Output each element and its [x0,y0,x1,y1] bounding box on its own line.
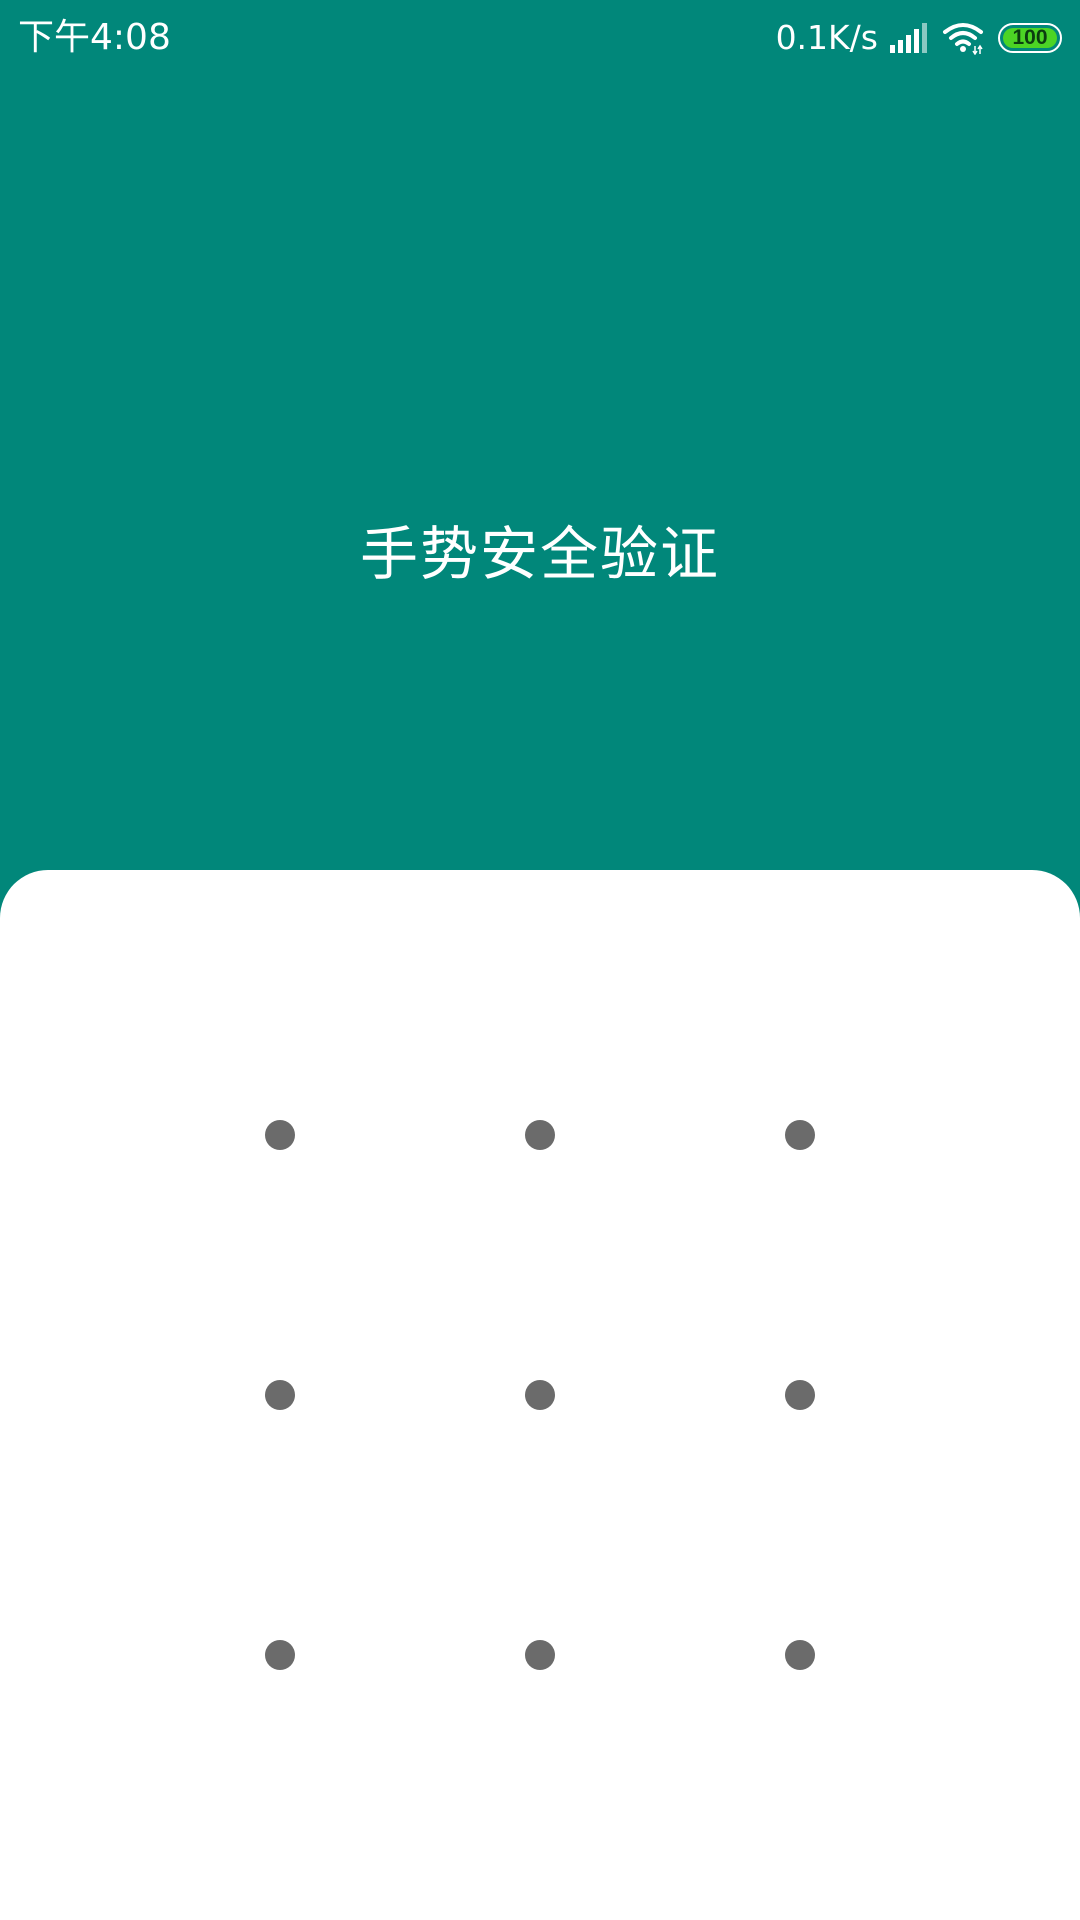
pattern-dot-3[interactable] [785,1120,815,1150]
pattern-lock-panel[interactable] [0,870,1080,1920]
pattern-dot-2[interactable] [525,1120,555,1150]
status-time: 下午4:08 [18,17,171,58]
pattern-dot-7[interactable] [265,1640,295,1670]
pattern-dot-8[interactable] [525,1640,555,1670]
pattern-dot-9[interactable] [785,1640,815,1670]
pattern-dot-1[interactable] [265,1120,295,1150]
pattern-dot-5[interactable] [525,1380,555,1410]
battery-icon: 100 [998,23,1062,53]
wifi-icon [943,23,983,55]
gesture-verification-screen: 下午4:08 0.1K/s 100 手势安全验证 [0,0,1080,1920]
signal-icon [890,23,927,53]
status-indicators: 0.1K/s 100 [776,14,1062,62]
pattern-dot-6[interactable] [785,1380,815,1410]
status-bar: 下午4:08 0.1K/s 100 [0,0,1080,76]
network-speed: 0.1K/s [775,18,878,57]
pattern-dot-4[interactable] [265,1380,295,1410]
battery-level: 100 [1012,26,1048,49]
page-title: 手势安全验证 [359,520,720,588]
